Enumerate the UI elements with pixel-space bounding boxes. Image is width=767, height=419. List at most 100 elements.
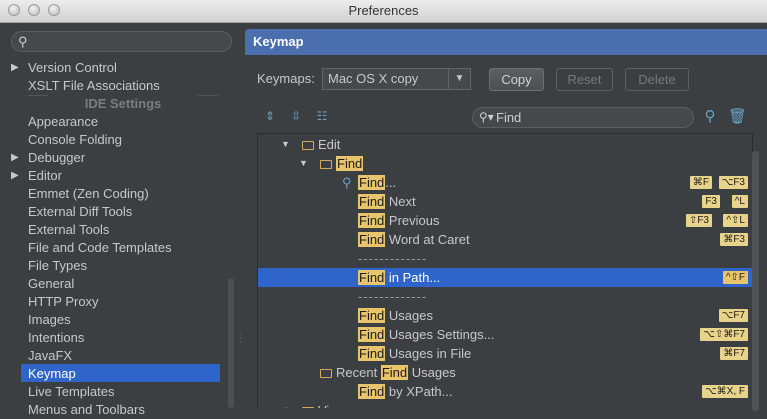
tree-row[interactable]: Find Usages Settings... ⌥⇧⌘F7: [258, 325, 752, 344]
sidebar-item-file-and-code-templates[interactable]: File and Code Templates: [28, 239, 172, 257]
tree-separator: -------------: [258, 287, 752, 306]
search-match-highlight: Find: [358, 308, 386, 323]
action-label-text: ...: [385, 175, 397, 190]
shortcut-badge: ^⇧L: [723, 214, 748, 227]
title-bar: Preferences: [0, 0, 767, 23]
shortcut-badge: ⇧F3: [685, 214, 712, 227]
sidebar-item-javafx[interactable]: JavaFX: [28, 347, 72, 365]
search-match-highlight: Find: [336, 156, 364, 171]
sidebar-item-editor[interactable]: Editor: [28, 167, 62, 185]
action-label: Find Next: [358, 192, 416, 211]
folder-icon: [302, 141, 314, 150]
tree-row[interactable]: ▼ Find: [258, 154, 752, 173]
tree-row[interactable]: Find... ⚲ ⌥F3 ⌘F: [258, 173, 752, 192]
search-match-highlight: Find: [358, 346, 386, 361]
sidebar-item-version-control[interactable]: Version Control: [28, 59, 117, 77]
sidebar-item-external-diff-tools[interactable]: External Diff Tools: [28, 203, 132, 221]
expand-arrow-icon[interactable]: ▶: [11, 59, 19, 77]
window-title: Preferences: [348, 3, 419, 18]
expand-all-icon[interactable]: ⇕: [263, 109, 277, 123]
action-label: Find Usages: [358, 306, 433, 325]
search-match-highlight: Find: [358, 232, 386, 247]
sidebar-item-console-folding[interactable]: Console Folding: [28, 131, 122, 149]
search-match-highlight: Find: [358, 270, 386, 285]
action-label-text: Recent: [336, 365, 381, 380]
action-label-text: by XPath...: [385, 384, 453, 399]
delete-button[interactable]: Delete: [625, 68, 689, 91]
sidebar-item-external-tools[interactable]: External Tools: [28, 221, 109, 239]
find-actions-value: Find: [496, 110, 522, 125]
trash-icon[interactable]: 🗑: [728, 108, 747, 126]
action-label: Find Usages Settings...: [358, 325, 494, 344]
folder-icon: [320, 160, 332, 169]
tree-scrollbar[interactable]: [752, 151, 759, 411]
edit-shortcut-icon[interactable]: ☷: [315, 109, 329, 123]
sidebar-item-xslt-file-associations[interactable]: XSLT File Associations: [28, 77, 160, 95]
sidebar-item-emmet-zen-coding[interactable]: Emmet (Zen Coding): [28, 185, 149, 203]
action-label: Recent Find Usages: [320, 363, 456, 382]
reset-button[interactable]: Reset: [556, 68, 613, 91]
search-match-highlight: Find: [358, 384, 386, 399]
search-match-highlight: Find: [380, 365, 409, 380]
sidebar-item-keymap[interactable]: Keymap: [28, 365, 76, 383]
panel-header: Keymap: [245, 29, 767, 55]
shortcut-badge: ⌥F3: [718, 176, 748, 189]
tree-row[interactable]: Find Usages ⌥F7: [258, 306, 752, 325]
action-label-text: Word at Caret: [385, 232, 470, 247]
keymap-panel: Keymap Keymaps: Mac OS X copy ▼ Copy Res…: [245, 23, 767, 411]
keymaps-label: Keymaps:: [257, 71, 315, 86]
sidebar-item-intentions[interactable]: Intentions: [28, 329, 84, 347]
chevron-down-icon: ▼: [448, 69, 470, 89]
sidebar-item-images[interactable]: Images: [28, 311, 71, 329]
expand-arrow-icon[interactable]: ▶: [11, 149, 19, 167]
sidebar-item-menus-and-toolbars[interactable]: Menus and Toolbars: [28, 401, 145, 419]
tree-row[interactable]: ▼ Edit: [258, 135, 752, 154]
search-match-highlight: Find: [358, 194, 386, 209]
action-label-text: Usages: [408, 365, 456, 380]
find-by-shortcut-icon[interactable]: ⚲: [702, 108, 718, 126]
sidebar-item-file-types[interactable]: File Types: [28, 257, 87, 275]
sidebar-item-appearance[interactable]: Appearance: [28, 113, 98, 131]
search-match-highlight: Find: [358, 327, 386, 342]
search-match-highlight: Find: [358, 175, 386, 190]
panel-title: Keymap: [253, 34, 304, 49]
search-icon: ⚲: [342, 175, 352, 190]
actions-tree: ▼ Edit ▼ Find Find... ⚲ ⌥F3 ⌘F Find Next ^L F3 Find…: [257, 133, 753, 408]
copy-button[interactable]: Copy: [489, 68, 544, 91]
collapse-arrow-icon[interactable]: ▼: [299, 154, 308, 173]
keymap-select[interactable]: Mac OS X copy ▼: [322, 68, 471, 90]
folder-icon: [320, 369, 332, 378]
sidebar-item-debugger[interactable]: Debugger: [28, 149, 85, 167]
action-label-text: Previous: [385, 213, 440, 228]
tree-row[interactable]: Find in Path... ^⇧F: [258, 268, 752, 287]
sidebar-item-live-templates[interactable]: Live Templates: [28, 383, 114, 401]
keymap-select-value: Mac OS X copy: [328, 71, 419, 86]
find-actions-input[interactable]: ⚲▾ Find: [472, 107, 694, 128]
expand-arrow-icon[interactable]: ▶: [11, 167, 19, 185]
sidebar-item-general[interactable]: General: [28, 275, 74, 293]
action-label: Find by XPath...: [358, 382, 453, 401]
search-icon: ⚲: [18, 34, 28, 49]
tree-row[interactable]: ▼ View: [258, 401, 752, 408]
action-label: Find...: [358, 173, 396, 192]
sidebar-item-http-proxy[interactable]: HTTP Proxy: [28, 293, 99, 311]
action-label: Find: [320, 154, 364, 173]
splitter-handle[interactable]: · · ·: [239, 330, 242, 348]
collapse-arrow-icon[interactable]: ▼: [281, 135, 290, 154]
action-label: Find Previous: [358, 211, 440, 230]
collapse-all-icon[interactable]: ⇳: [289, 109, 303, 123]
settings-sidebar: ⚲ IDE Settings ▶ Version Control XSLT File…: [0, 23, 236, 417]
tree-row[interactable]: Find Word at Caret ⌘F3: [258, 230, 752, 249]
collapse-arrow-icon[interactable]: ▼: [281, 401, 290, 408]
search-icon: ⚲▾: [479, 110, 494, 124]
shortcut-badge: ^⇧F: [722, 271, 748, 284]
tree-row[interactable]: Find Usages in File ⌘F7: [258, 344, 752, 363]
action-label: Find Usages in File: [358, 344, 471, 363]
settings-search-input[interactable]: ⚲: [11, 31, 232, 52]
sidebar-scrollbar[interactable]: [228, 278, 234, 408]
tree-row[interactable]: Find Previous ^⇧L ⇧F3: [258, 211, 752, 230]
tree-row[interactable]: Find by XPath... ⌥⌘X, F: [258, 382, 752, 401]
tree-row[interactable]: Find Next ^L F3: [258, 192, 752, 211]
tree-row[interactable]: Recent Find Usages: [258, 363, 752, 382]
shortcut-badge: ⌘F: [689, 176, 712, 189]
